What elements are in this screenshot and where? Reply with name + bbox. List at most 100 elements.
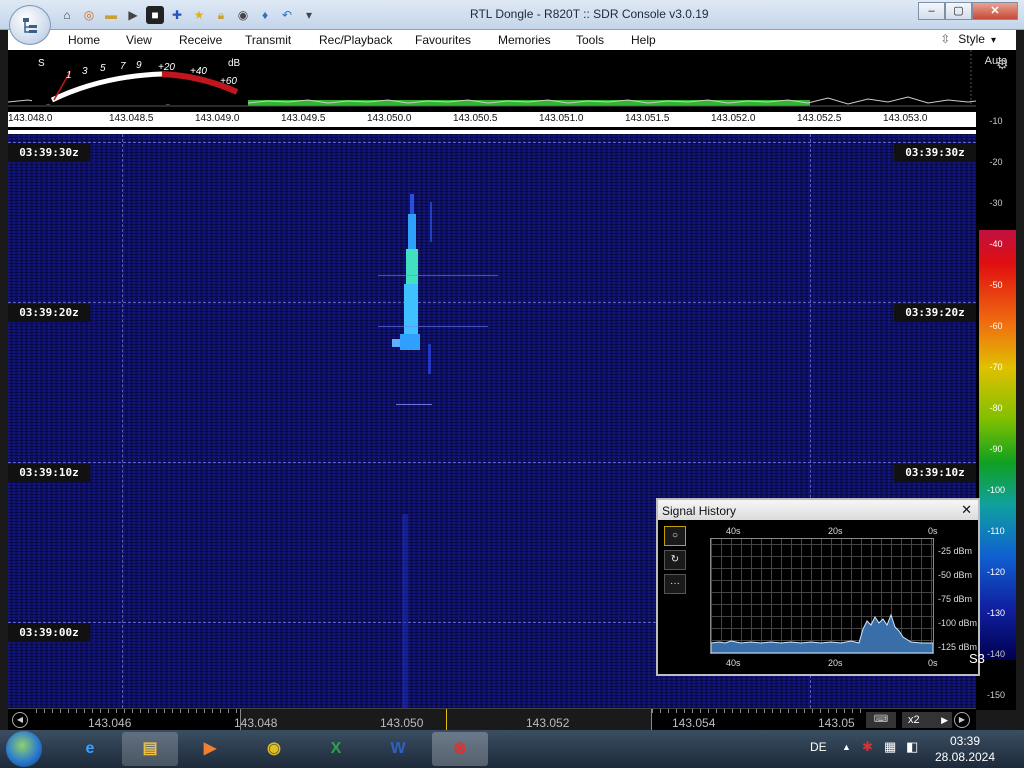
internet-explorer-icon[interactable]: e bbox=[62, 732, 118, 766]
network-icon[interactable]: ▦ bbox=[884, 739, 896, 755]
signal-trace bbox=[392, 194, 432, 374]
menu-bar: Home View Receive Transmit Rec/Playback … bbox=[8, 30, 1016, 50]
tune-freq: 143.046 bbox=[88, 716, 132, 730]
menu-home[interactable]: Home bbox=[68, 33, 100, 47]
spur-line bbox=[378, 326, 488, 327]
style-label: Style bbox=[958, 32, 985, 46]
lifebuoy-icon[interactable]: ◎ bbox=[80, 6, 98, 24]
chrome-icon[interactable]: ◉ bbox=[246, 732, 302, 766]
maximize-button[interactable]: ▢ bbox=[945, 2, 972, 20]
quick-access-toolbar: ⌂ ◎ ▬ ▶ ■ ✚ ★ 🔒︎ ◉ ♦ ↶ ▾ bbox=[58, 6, 318, 24]
tuning-marker bbox=[446, 709, 447, 731]
freq-tick: 143.050.5 bbox=[453, 113, 498, 124]
time-label-left: 03:39:30z bbox=[8, 144, 90, 162]
s-tick: 7 bbox=[120, 61, 126, 72]
reset-button[interactable]: ↻ bbox=[664, 550, 686, 570]
circle-icon: ○ bbox=[671, 530, 679, 541]
menu-rec-playback[interactable]: Rec/Playback bbox=[319, 33, 392, 47]
title-bar: ⌂ ◎ ▬ ▶ ■ ✚ ★ 🔒︎ ◉ ♦ ↶ ▾ RTL Dongle - R8… bbox=[0, 0, 1024, 45]
db-tick: -70 bbox=[989, 362, 1003, 372]
style-menu[interactable]: ⇳ Style ▾ bbox=[940, 32, 996, 46]
media-player-icon[interactable]: ▶ bbox=[182, 732, 238, 766]
db-tick: -100 bbox=[986, 485, 1005, 495]
freq-tick: 143.053.0 bbox=[883, 113, 928, 124]
db-tick: -90 bbox=[989, 444, 1003, 454]
refresh-icon: ↻ bbox=[670, 554, 680, 565]
menu-favourites[interactable]: Favourites bbox=[415, 33, 471, 47]
time-gridline bbox=[8, 462, 976, 463]
db-tick: -60 bbox=[989, 321, 1003, 331]
updown-icon: ⇳ bbox=[940, 32, 951, 46]
freq-tick: 143.052.5 bbox=[797, 113, 842, 124]
time-gridline bbox=[8, 142, 976, 143]
clock-date: 28.08.2024 bbox=[934, 750, 996, 764]
volume-icon[interactable]: ◧ bbox=[906, 739, 918, 755]
keyboard-icon[interactable]: ⌨ bbox=[866, 712, 896, 728]
tuning-bar[interactable]: ◀ 143.046 143.048 143.050 143.052 143.05… bbox=[8, 708, 976, 731]
more-button[interactable]: ··· bbox=[664, 574, 686, 594]
freq-tick: 143.048.0 bbox=[8, 113, 53, 124]
tune-freq: 143.05 bbox=[818, 716, 855, 730]
clock[interactable]: 03:39 28.08.2024 bbox=[930, 733, 1000, 765]
app-menu-button[interactable] bbox=[9, 5, 51, 45]
spectrum-display[interactable]: S 1 3 5 7 9 +20 +40 +60 dB 143.048.0 143… bbox=[8, 50, 976, 130]
start-button[interactable] bbox=[6, 731, 42, 767]
s-tick: 5 bbox=[100, 63, 106, 74]
menu-memories[interactable]: Memories bbox=[498, 33, 551, 47]
show-hidden-icons[interactable]: ▲ bbox=[842, 742, 851, 752]
language-indicator[interactable]: DE bbox=[810, 740, 827, 754]
scroll-right-button[interactable]: ▶ bbox=[954, 712, 970, 728]
menu-tools[interactable]: Tools bbox=[576, 33, 604, 47]
menu-receive[interactable]: Receive bbox=[179, 33, 222, 47]
home-icon[interactable]: ⌂ bbox=[58, 6, 76, 24]
star-icon[interactable]: ★ bbox=[190, 6, 208, 24]
db-tick: -10 bbox=[989, 116, 1003, 126]
add-icon[interactable]: ✚ bbox=[168, 6, 186, 24]
stop-icon[interactable]: ■ bbox=[146, 6, 164, 24]
freq-tick: 143.050.0 bbox=[367, 113, 412, 124]
s-reading: S3 bbox=[969, 651, 985, 666]
tune-freq: 143.050 bbox=[380, 716, 424, 730]
dropdown-icon[interactable]: ▾ bbox=[300, 6, 318, 24]
folder-icon[interactable]: ▬ bbox=[102, 6, 120, 24]
lock-icon[interactable]: 🔒︎ bbox=[212, 6, 230, 24]
history-y-label: -125 dBm bbox=[938, 642, 978, 652]
s-meter: S 1 3 5 7 9 +20 +40 +60 dB bbox=[32, 52, 248, 104]
db-tick: -20 bbox=[989, 157, 1003, 167]
camera-icon[interactable]: ◉ bbox=[234, 6, 252, 24]
minimize-button[interactable]: ‒ bbox=[918, 2, 945, 20]
signal-history-close-button[interactable]: ✕ bbox=[961, 502, 972, 518]
spur-line bbox=[378, 275, 498, 276]
tune-freq: 143.054 bbox=[672, 716, 716, 730]
plus-tick: +40 bbox=[190, 66, 207, 77]
freq-tick: 143.051.5 bbox=[625, 113, 670, 124]
zoom-selector[interactable]: x2 ▶ bbox=[902, 712, 952, 728]
close-button[interactable]: ✕ bbox=[972, 2, 1018, 20]
time-label-left: 03:39:10z bbox=[8, 464, 90, 482]
sdr-console-icon[interactable]: ⊗ bbox=[432, 732, 488, 766]
menu-transmit[interactable]: Transmit bbox=[245, 33, 291, 47]
undo-icon[interactable]: ↶ bbox=[278, 6, 296, 24]
db-tick: -130 bbox=[986, 608, 1005, 618]
time-label-right: 03:39:10z bbox=[894, 464, 976, 482]
clock-time: 03:39 bbox=[949, 734, 981, 748]
chevron-right-icon: ▶ bbox=[941, 715, 948, 725]
history-x-label: 20s bbox=[828, 526, 843, 536]
signal-history-titlebar[interactable]: Signal History ✕ bbox=[658, 500, 978, 520]
db-tick: -150 bbox=[986, 690, 1005, 700]
history-x-label: 20s bbox=[828, 658, 843, 668]
menu-view[interactable]: View bbox=[126, 33, 152, 47]
word-icon[interactable]: W bbox=[370, 732, 426, 766]
gear-icon[interactable]: ⚙ bbox=[996, 56, 1009, 73]
record-button[interactable]: ○ bbox=[664, 526, 686, 546]
excel-icon[interactable]: X bbox=[308, 732, 364, 766]
s-meter-s-label: S bbox=[38, 58, 45, 69]
scroll-left-button[interactable]: ◀ bbox=[12, 712, 28, 728]
file-explorer-icon[interactable]: ▤ bbox=[122, 732, 178, 766]
time-label-left: 03:39:20z bbox=[8, 304, 90, 322]
pin-icon[interactable]: ♦ bbox=[256, 6, 274, 24]
tray-app-icon[interactable]: ✱ bbox=[862, 739, 873, 755]
history-x-label: 0s bbox=[928, 526, 938, 536]
menu-help[interactable]: Help bbox=[631, 33, 656, 47]
play-icon[interactable]: ▶ bbox=[124, 6, 142, 24]
